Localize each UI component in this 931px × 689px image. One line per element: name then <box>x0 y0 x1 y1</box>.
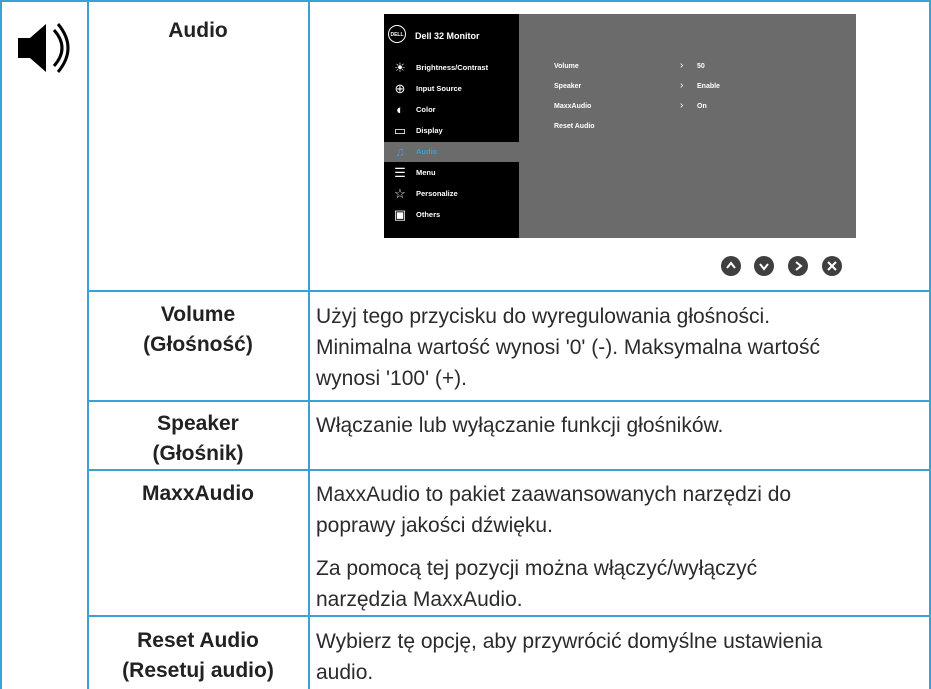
right-button-icon[interactable] <box>787 255 809 277</box>
table-border-top <box>0 0 931 2</box>
osd-menu-label: Color <box>416 105 436 114</box>
row-divider-2 <box>87 400 931 402</box>
desc-line: Użyj tego przycisku do wyregulowania gło… <box>316 305 771 328</box>
osd-menu-label: Input Source <box>416 84 462 93</box>
row-divider-3 <box>87 469 931 471</box>
desc-line: poprawy jakości dźwięku. <box>316 514 553 537</box>
desc-line: narzędzia MaxxAudio. <box>316 588 523 611</box>
display-icon: ▭ <box>393 123 407 138</box>
desc-line: Minimalna wartość wynosi '0' (-). Maksym… <box>316 336 820 359</box>
desc-line: audio. <box>316 661 374 684</box>
osd-menu-label: Menu <box>416 168 436 177</box>
row-name-volume: Volume (Głośność) <box>143 303 253 356</box>
others-icon: ▣ <box>393 207 407 222</box>
color-icon: ◐ <box>396 102 404 117</box>
osd-sidebar: DELL Dell 32 Monitor ☀ Brightness/Contras… <box>384 14 519 238</box>
osd-setting-value: On <box>697 103 707 110</box>
brightness-icon: ☀ <box>394 60 406 75</box>
desc-line: MaxxAudio to pakiet zaawansowanych narzę… <box>316 483 792 506</box>
osd-menu-label: Personalize <box>416 189 458 198</box>
osd-menu-item[interactable]: ☰ Menu <box>384 163 519 183</box>
table-border-left <box>0 0 2 689</box>
close-button-icon[interactable] <box>821 255 843 277</box>
osd-setting-value: Enable <box>697 83 720 90</box>
row-name-reset-audio: Reset Audio (Resetuj audio) <box>122 629 274 682</box>
osd-title: Dell 32 Monitor <box>415 31 480 41</box>
dell-logo: DELL <box>388 25 406 43</box>
row-desc-reset-audio: Wybierz tę opcję, aby przywrócić domyśln… <box>316 626 926 688</box>
osd-menu-label: Display <box>416 126 443 135</box>
down-button-icon[interactable] <box>753 255 775 277</box>
osd-menu-label: Others <box>416 210 441 219</box>
osd-menu-item[interactable]: ♫ Audio <box>384 142 519 162</box>
osd-menu-item[interactable]: ⊕ Input Source <box>384 79 519 99</box>
input-source-icon: ⊕ <box>394 81 406 96</box>
row-name-speaker: Speaker (Głośnik) <box>152 412 244 465</box>
table-border-name-col <box>308 0 310 689</box>
desc-line: wynosi '100' (+). <box>316 367 467 390</box>
osd-menu-item[interactable]: ☆ Personalize <box>384 184 519 204</box>
desc-line: Wybierz tę opcję, aby przywrócić domyśln… <box>316 630 823 653</box>
row-desc-volume: Użyj tego przycisku do wyregulowania gło… <box>316 301 926 394</box>
row-divider-4 <box>87 615 931 617</box>
osd-menu-item[interactable]: ▣ Others <box>384 205 519 225</box>
row-desc-maxxaudio: MaxxAudio to pakiet zaawansowanych narzę… <box>316 479 926 615</box>
osd-setting-value: 50 <box>697 63 705 70</box>
audio-icon: ♫ <box>395 144 405 159</box>
osd-setting-label[interactable]: MaxxAudio <box>554 103 591 110</box>
osd-menu-label: Audio <box>416 147 438 156</box>
osd-setting-label[interactable]: Speaker <box>554 83 581 90</box>
menu-icon: ☰ <box>394 165 406 180</box>
osd-menu-item[interactable]: ☀ Brightness/Contrast <box>384 58 519 78</box>
up-button-icon[interactable] <box>720 255 742 277</box>
osd-menu-label: Brightness/Contrast <box>416 63 489 72</box>
row-desc-speaker: Włączanie lub wyłączanie funkcji głośnik… <box>316 410 926 441</box>
row-name-maxxaudio: MaxxAudio <box>141 482 254 505</box>
osd-menu: DELL Dell 32 Monitor ☀ Brightness/Contras… <box>384 14 856 238</box>
personalize-icon: ☆ <box>394 186 406 201</box>
section-title: Audio <box>168 19 228 42</box>
osd-setting-label[interactable]: Reset Audio <box>554 123 595 130</box>
desc-line: Za pomocą tej pozycji można włączyć/wyłą… <box>316 557 758 580</box>
chevron-right-icon: › <box>680 100 684 111</box>
desc-line: Włączanie lub wyłączanie funkcji głośnik… <box>316 414 724 437</box>
osd-menu-item[interactable]: ◐ Color <box>384 100 519 120</box>
chevron-right-icon: › <box>680 60 684 71</box>
osd-menu-item[interactable]: ▭ Display <box>384 121 519 141</box>
chevron-right-icon: › <box>680 80 684 91</box>
row-divider-1 <box>87 290 931 292</box>
speaker-icon <box>18 23 70 73</box>
osd-setting-label[interactable]: Volume <box>554 63 579 70</box>
